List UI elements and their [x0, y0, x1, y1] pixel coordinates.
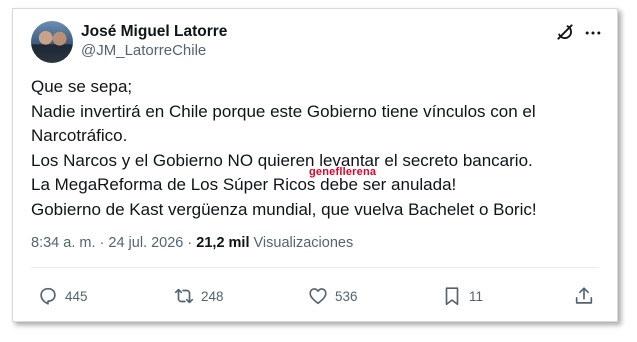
tweet-time[interactable]: 8:34 a. m. — [31, 235, 95, 251]
like-button[interactable]: 536 — [307, 281, 358, 311]
action-bar: 445 248 536 11 — [13, 281, 617, 311]
tweet-line: Narcotráfico. — [31, 126, 128, 145]
views-label: Visualizaciones — [253, 235, 354, 251]
author-handle[interactable]: @JM_LatorreChile — [81, 42, 206, 59]
cut-off-strip — [31, 315, 599, 321]
tweet-line: Nadie invertirá en Chile porque este Gob… — [31, 101, 536, 121]
retweet-icon — [174, 288, 194, 304]
share-button[interactable] — [573, 281, 595, 311]
reply-button[interactable]: 445 — [37, 281, 88, 311]
meta-separator: · — [99, 235, 105, 251]
watermark: genefllerena — [309, 166, 377, 178]
retweet-button[interactable]: 248 — [173, 281, 224, 311]
bookmark-count: 11 — [469, 288, 484, 304]
more-icon[interactable] — [583, 23, 603, 43]
tweet-date[interactable]: 24 jul. 2026 — [108, 235, 183, 251]
meta-separator: · — [187, 235, 193, 251]
like-count: 536 — [335, 288, 358, 304]
tweet-card[interactable]: José Miguel Latorre @JM_LatorreChile Que… — [12, 8, 618, 322]
heart-icon — [309, 288, 327, 305]
tweet-line: Que se sepa; — [31, 77, 133, 96]
retweet-count: 248 — [201, 288, 224, 304]
bookmark-icon — [445, 287, 459, 306]
tweet-text: Que se sepa; Nadie invertirá en Chile po… — [31, 75, 606, 222]
reply-icon — [40, 287, 56, 305]
views-count: 21,2 mil — [196, 235, 250, 251]
bookmark-button[interactable]: 11 — [441, 281, 483, 311]
author-name[interactable]: José Miguel Latorre — [81, 23, 227, 41]
grok-icon[interactable] — [555, 22, 575, 42]
tweet-line: Gobierno de Kast vergüenza mundial, que … — [31, 199, 537, 219]
share-icon — [575, 287, 593, 304]
avatar[interactable] — [31, 21, 73, 63]
tweet-meta: 8:34 a. m. · 24 jul. 2026 · 21,2 mil Vis… — [31, 235, 353, 251]
divider — [31, 267, 599, 268]
reply-count: 445 — [65, 288, 88, 304]
